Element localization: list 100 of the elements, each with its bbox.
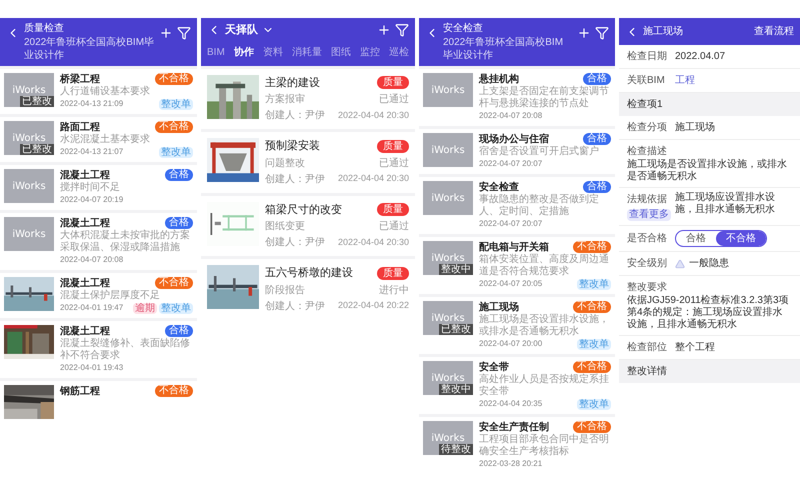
record-card[interactable]: iWorks 混凝土工程 合格 大体积混凝土未按审批的方案采取保温、保湿或降温措施 2022-04-07 20:08: [0, 213, 197, 270]
task-type: 阶段报告: [265, 284, 305, 298]
task-card[interactable]: 箱梁尺寸的改变 质量 图纸变更 已通过 创建人：尹伊 2022-04-04 20:30: [201, 196, 415, 256]
record-description: 宿舍是否设置可开启式窗户: [479, 146, 600, 158]
field-label: 检查描述: [626, 144, 668, 158]
record-card[interactable]: iWorks 现场办公与住宿 合格 宿舍是否设置可开启式窗户 2022-04-07 20:07: [419, 129, 615, 174]
tab[interactable]: 协作: [234, 44, 254, 60]
record-title: 钢筋工程: [60, 385, 100, 398]
result-badge: 不合格: [155, 121, 193, 133]
thumbnail-label: iWorks: [12, 228, 46, 242]
tab[interactable]: BIM: [207, 44, 225, 60]
record-card[interactable]: iWorks 整改中 安全带 不合格 高处作业人员是否按规定系挂安全带 2022-04-04 20:35 整改单: [419, 357, 615, 414]
record-description: 搅拌时间不足: [60, 182, 121, 194]
record-card[interactable]: iWorks 已整改 桥梁工程 不合格 人行道铺设基本要求 2022-04-13 21:09 整改单: [0, 69, 197, 114]
task-title: 五六号桥墩的建设: [265, 266, 353, 281]
thumbnail-label: iWorks: [431, 312, 465, 324]
record-time: 2022-04-13 21:07: [60, 146, 124, 158]
thumbnail-label: iWorks: [431, 432, 465, 444]
result-badge: 合格: [583, 73, 611, 85]
record-card[interactable]: iWorks 待整改 安全生产责任制 不合格 工程项目部承包合同中是否明确安全生产考核指标 2022-03-28 20:21: [419, 417, 615, 474]
view-more-button[interactable]: 查看更多: [627, 209, 671, 221]
add-icon[interactable]: [159, 26, 173, 40]
record-title: 混凝土工程: [60, 169, 110, 182]
field-label: 检查部位: [627, 340, 668, 355]
record-card[interactable]: iWorks 已整改 施工现场 不合格 施工现场是否设置排水设施，或排水是否通畅无积水 2022-04-07 20:00 整改单: [419, 297, 615, 354]
tab[interactable]: 消耗量: [292, 44, 322, 60]
tab[interactable]: 监控: [360, 44, 380, 60]
record-time: 2022-04-04 20:35: [479, 398, 542, 410]
result-badge: 不合格: [573, 421, 611, 433]
field-value: 施工现场应设置排水设施，且排水通畅无积水: [675, 192, 776, 216]
field-value: 2022.04.07: [675, 50, 726, 64]
record-card[interactable]: 钢筋工程 不合格: [0, 381, 197, 423]
tab[interactable]: 资料: [262, 44, 283, 60]
field-value: 整个工程: [675, 341, 715, 355]
record-card[interactable]: iWorks 已整改 路面工程 不合格 水泥混凝土基本要求 2022-04-13 21:07 整改单: [0, 117, 197, 162]
record-time: 2022-04-07 20:07: [479, 218, 542, 230]
result-badge: 不合格: [155, 385, 193, 397]
filter-icon[interactable]: [595, 26, 609, 40]
record-card[interactable]: iWorks 混凝土工程 合格 搅拌时间不足 2022-04-07 20:19: [0, 165, 197, 210]
record-title: 悬挂机构: [479, 73, 519, 86]
task-card[interactable]: 预制梁安装 质量 问题整改 已通过 创建人：尹伊 2022-04-04 20:30: [201, 132, 415, 192]
record-description: 施工现场是否设置排水设施，或排水是否通畅无积水: [479, 314, 610, 338]
task-status: 已通过: [379, 220, 409, 234]
segment-option[interactable]: 合格: [676, 231, 716, 246]
status-tag: 已整改: [439, 324, 473, 335]
record-card[interactable]: 混凝土工程 合格 混凝土裂缝修补、表面缺陷修补不符合要求 2022-04-01 19:43: [0, 321, 197, 378]
record-description: 水泥混凝土基本要求: [60, 134, 151, 146]
task-card[interactable]: 五六号桥墩的建设 质量 阶段报告 进行中 创建人：尹伊 2022-04-04 20:22: [201, 259, 415, 320]
bim-link[interactable]: 工程: [675, 73, 695, 88]
record-time: 2022-04-01 19:43: [60, 362, 124, 374]
task-card[interactable]: 主梁的建设 质量 方案报审 已通过 创建人：尹伊 2022-04-04 20:30: [201, 68, 415, 129]
screen-title: 安全检查: [443, 22, 484, 36]
field-label: 检查日期: [627, 50, 668, 64]
tab[interactable]: 巡检: [388, 44, 409, 60]
result-badge: 合格: [583, 181, 611, 193]
task-creator: 创建人：尹伊: [265, 300, 325, 314]
record-description: 工程项目部承包合同中是否明确安全生产考核指标: [479, 434, 610, 458]
record-card[interactable]: iWorks 悬挂机构 合格 上支架是否固定在前支架调节杆与悬挑梁连接的节点处 2022-04-07 20:08: [419, 69, 615, 126]
status-tag: 已整改: [20, 144, 54, 155]
result-badge: 合格: [583, 133, 611, 145]
record-card[interactable]: iWorks 整改中 配电箱与开关箱 不合格 箱体安装位置、高度及周边通道是否符合规范要求 2022-04-07 20:05 整改单: [419, 237, 615, 294]
task-title: 主梁的建设: [265, 76, 320, 90]
record-title: 安全生产责任制: [479, 421, 549, 434]
record-title: 混凝土工程: [60, 277, 110, 290]
record-time: 2022-04-07 20:08: [479, 110, 542, 122]
task-creator: 创建人：尹伊: [265, 236, 325, 250]
result-badge: 不合格: [573, 301, 611, 313]
result-badge: 合格: [165, 325, 193, 337]
screen-title: 施工现场: [643, 24, 684, 39]
view-flow-link[interactable]: 查看流程: [754, 24, 794, 39]
project-selector[interactable]: 2022年鲁班杯全国高校BIM毕业设计作: [443, 36, 573, 62]
record-time: 2022-04-07 20:19: [60, 194, 124, 206]
record-title: 路面工程: [60, 121, 100, 134]
status-tag: 整改中: [439, 384, 473, 395]
record-description: 混凝土保护层厚度不足: [60, 290, 161, 302]
category-badge: 质量: [377, 203, 409, 216]
result-badge: 不合格: [573, 241, 611, 253]
tab[interactable]: 图纸: [330, 44, 351, 60]
filter-icon[interactable]: [177, 26, 191, 40]
thumbnail-label: iWorks: [431, 84, 465, 98]
task-type: 图纸变更: [265, 220, 305, 234]
thumbnail-label: iWorks: [431, 144, 465, 158]
task-status: 已通过: [379, 92, 409, 107]
team-title[interactable]: 天择队: [225, 22, 258, 38]
task-status: 进行中: [379, 284, 409, 298]
filter-icon[interactable]: [395, 23, 409, 38]
record-description: 大体积混凝土未按审批的方案采取保温、保湿或降温措施: [60, 230, 191, 254]
field-label: 检查分项: [627, 120, 668, 135]
task-type: 问题整改: [265, 156, 305, 170]
add-icon[interactable]: [377, 23, 391, 38]
record-description: 人行道铺设基本要求: [60, 86, 151, 98]
task-time: 2022-04-04 20:30: [338, 108, 409, 122]
add-icon[interactable]: [577, 26, 591, 40]
record-card[interactable]: iWorks 安全检查 合格 事故隐患的整改是否做到定人、定时间、定措施 2022-04-07 20:07: [419, 177, 615, 234]
task-time: 2022-04-04 20:22: [338, 299, 409, 312]
project-selector[interactable]: 2022年鲁班杯全国高校BIM毕业设计作: [24, 36, 155, 62]
segment-option[interactable]: 不合格: [716, 231, 766, 246]
status-tag: 已整改: [20, 96, 54, 107]
result-badge: 不合格: [155, 73, 193, 85]
field-label: 法规依据: [627, 192, 667, 207]
